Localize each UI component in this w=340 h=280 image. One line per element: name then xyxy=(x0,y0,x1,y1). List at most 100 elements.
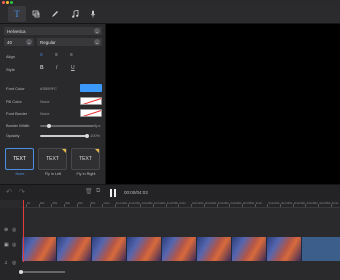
ruler-tick-label: 3min10s xyxy=(268,200,280,205)
undo-icon[interactable]: ↶ xyxy=(6,188,12,196)
pause-icon-bar xyxy=(110,189,112,197)
ruler-tick-label: 1min xyxy=(103,200,110,205)
preset-label-none: None xyxy=(15,172,25,176)
opacity-value: 100% xyxy=(90,133,101,138)
font-color-swatch[interactable] xyxy=(80,84,102,92)
tool-toolbar: T xyxy=(0,4,340,24)
align-left-icon[interactable]: ≡ xyxy=(40,52,43,58)
clip-thumbnail xyxy=(197,237,232,261)
ruler-tick-label: 3min xyxy=(255,200,263,205)
ruler-tick-label: 1min40s xyxy=(154,200,166,205)
bold-button[interactable]: B xyxy=(40,65,44,71)
ruler-tick-label: 1min30s xyxy=(141,200,153,205)
playhead[interactable] xyxy=(23,200,24,262)
italic-button[interactable]: I xyxy=(56,65,57,71)
split-icon[interactable]: ⧉ xyxy=(96,188,100,195)
text-tool-button[interactable]: T xyxy=(8,6,26,22)
ruler-tick-label: 10s xyxy=(39,200,45,205)
clip-thumbnail xyxy=(127,237,162,261)
fill-color-value: None xyxy=(40,99,50,104)
crop-tool-button[interactable] xyxy=(27,6,45,22)
music-icon xyxy=(72,10,79,18)
timeline: 0s 10s 20s 30s 40s 50s 1min 1min10s 1min20s 1min3… xyxy=(0,200,340,280)
preset-text: TEXT xyxy=(79,156,92,162)
time-display: 00:00/04:03 xyxy=(124,190,148,195)
video-track-icon[interactable]: ▣ xyxy=(4,242,9,248)
transport-bar: ↶ ↷ 🗑 ⧉ 00:00/04:03 xyxy=(0,184,340,200)
fill-color-label: Fill Color xyxy=(6,99,22,104)
ruler-tick-label: 2min40s xyxy=(230,200,242,205)
chevron-down-icon: ⌄ xyxy=(94,39,100,45)
audio-track-icon[interactable]: ♫ xyxy=(4,260,8,266)
ruler-tick-label: 2min50s xyxy=(242,200,255,205)
preset-text: TEXT xyxy=(13,156,26,162)
ruler-tick-label: 1min20s xyxy=(128,200,140,205)
ruler-tick-label: 0s xyxy=(27,200,31,205)
text-track-icon[interactable]: ⊕ xyxy=(4,227,8,233)
border-width-slider[interactable] xyxy=(40,123,94,128)
fill-color-swatch[interactable] xyxy=(80,97,102,105)
zoom-slider-knob[interactable] xyxy=(19,269,23,274)
style-label: Style xyxy=(6,67,15,72)
font-weight-select[interactable]: Regular ⌄ xyxy=(37,38,102,46)
preset-fly-in-right[interactable]: TEXT xyxy=(71,148,100,170)
border-width-label: Border Width xyxy=(6,123,30,128)
chevron-down-icon: ⌄ xyxy=(26,39,32,45)
clip-thumbnail xyxy=(22,237,57,261)
text-properties-panel: Helvetica ⌄ 40 ⌄ Regular ⌄ Align ≡ ≡ ≡ S… xyxy=(0,24,106,184)
video-preview[interactable] xyxy=(106,24,340,184)
underline-button[interactable]: U xyxy=(71,65,75,71)
zoom-slider[interactable] xyxy=(19,269,65,274)
ruler-tick-label: 2min10s xyxy=(192,200,204,205)
pause-button[interactable] xyxy=(110,189,118,197)
opacity-slider-knob[interactable] xyxy=(85,133,89,138)
border-width-slider-knob[interactable] xyxy=(47,123,51,128)
chevron-down-icon: ⌄ xyxy=(94,28,100,34)
microphone-icon xyxy=(90,10,96,18)
pause-icon-bar xyxy=(113,189,116,197)
premium-corner-icon xyxy=(62,149,66,153)
microphone-tool-button[interactable] xyxy=(84,6,102,22)
font-weight-value: Regular xyxy=(40,39,56,45)
trash-icon[interactable]: 🗑 xyxy=(85,188,93,195)
ruler-tick-label: 3min50s xyxy=(319,200,331,205)
clip-thumbnail xyxy=(267,237,302,261)
preset-text: TEXT xyxy=(46,156,59,162)
ruler-tick-label: 1min10s xyxy=(115,200,128,205)
clip-thumbnail xyxy=(57,237,92,261)
pen-icon xyxy=(52,11,58,17)
opacity-label: Opacity xyxy=(6,133,20,138)
text-icon: T xyxy=(14,9,20,19)
opacity-slider[interactable] xyxy=(40,133,89,138)
redo-icon[interactable]: ↷ xyxy=(19,188,25,196)
ruler-tick-label: 2min20s xyxy=(204,200,217,205)
ruler-tick-label: 3min40s xyxy=(306,200,318,205)
font-color-label: Font Color xyxy=(6,86,25,91)
font-border-swatch[interactable] xyxy=(80,109,102,117)
video-clip[interactable] xyxy=(22,237,340,261)
font-size-value: 40 xyxy=(7,39,13,45)
preset-label-fly-in-left: Fly in Left xyxy=(44,172,62,176)
music-tool-button[interactable] xyxy=(66,6,84,22)
track-headers: ⊕ ◎ ▣ ◎ ♫ ◎ xyxy=(0,208,22,280)
font-size-select[interactable]: 40 ⌄ xyxy=(4,38,34,46)
pen-tool-button[interactable] xyxy=(46,6,64,22)
ruler-tick-label: 50s xyxy=(90,200,96,205)
preset-fly-in-left[interactable]: TEXT xyxy=(38,148,67,170)
font-color-value: #3B99FC xyxy=(40,86,57,91)
text-track-toggle-icon[interactable]: ◎ xyxy=(12,227,16,233)
crop-icon xyxy=(32,10,40,18)
font-family-select[interactable]: Helvetica ⌄ xyxy=(4,27,102,35)
audio-track-toggle-icon[interactable]: ◎ xyxy=(12,260,16,266)
align-center-icon[interactable]: ≡ xyxy=(55,52,58,58)
ruler-tick-label: 40s xyxy=(77,200,83,205)
font-family-value: Helvetica xyxy=(7,28,26,34)
ruler-tick-label: 3min30s xyxy=(293,200,306,205)
time-ruler[interactable]: 0s 10s 20s 30s 40s 50s 1min 1min10s 1min20s 1min3… xyxy=(22,200,340,208)
video-track-toggle-icon[interactable]: ◎ xyxy=(12,242,16,248)
ruler-tick-label: 30s xyxy=(65,200,70,205)
align-right-icon[interactable]: ≡ xyxy=(70,52,73,58)
preset-none[interactable]: TEXT xyxy=(5,148,34,170)
ruler-tick-label: 4min xyxy=(331,200,339,205)
ruler-tick-label: 2min xyxy=(179,200,186,205)
